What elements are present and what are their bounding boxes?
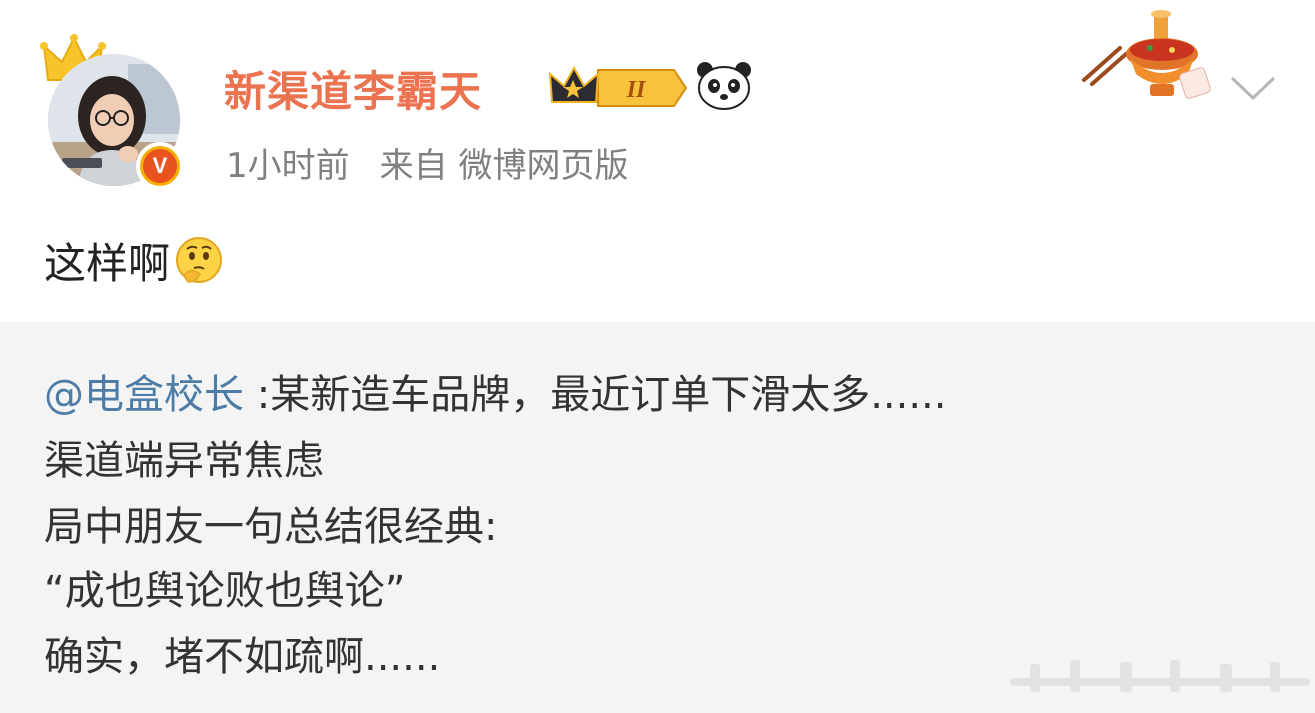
post-meta: 1小时前 来自 微博网页版 <box>226 138 628 187</box>
repost-line-5: 确实，堵不如疏啊...... <box>44 634 441 680</box>
avatar-container[interactable]: V <box>40 32 190 192</box>
thinking-emoji-icon <box>176 236 223 283</box>
verified-badge: V <box>136 142 184 190</box>
post-time[interactable]: 1小时前 <box>226 146 350 186</box>
repost-line-2: 渠道端异常焦虑 <box>44 438 324 484</box>
post-source: 来自 微博网页版 <box>379 146 629 186</box>
repost-line-1: @电盒校长 :某新造车品牌，最近订单下滑太多...... <box>44 362 946 420</box>
hotpot-decoration-icon <box>1082 10 1211 99</box>
verified-v-icon: V <box>143 149 177 183</box>
repost-line-3: 局中朋友一句总结很经典: <box>44 504 498 550</box>
post-content-text: 这样啊 <box>44 239 171 288</box>
level-badge-text: II <box>626 77 647 103</box>
weibo-post: V 新渠道李霸天 II 1小时前 来自 微博网页版 这样啊 @电盒校长:某新造… <box>0 0 1315 713</box>
mention-link[interactable]: @电盒校长 <box>44 372 244 418</box>
level-crown-badge-icon[interactable]: II <box>548 64 688 112</box>
username[interactable]: 新渠道李霸天 <box>224 58 482 119</box>
chevron-down-icon[interactable] <box>1228 72 1278 104</box>
repost-line-4: “成也舆论败也舆论” <box>44 568 406 614</box>
panda-icon <box>697 62 751 110</box>
watermark-decoration <box>1010 660 1310 692</box>
post-content: 这样啊 <box>44 230 224 291</box>
repost-line-1-text: :某新造车品牌，最近订单下滑太多...... <box>244 372 947 418</box>
